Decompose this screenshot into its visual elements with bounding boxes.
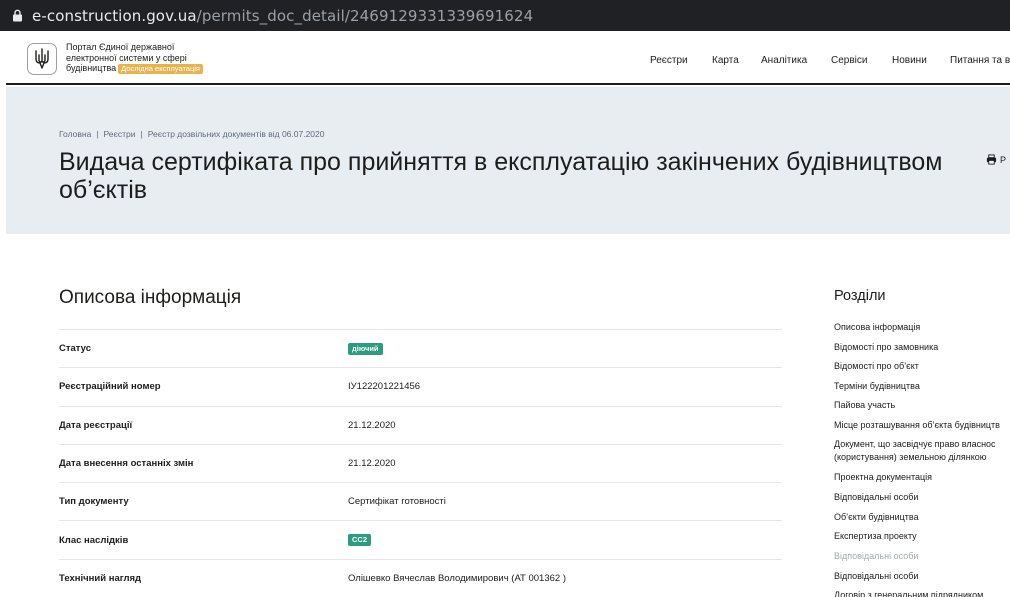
nav-item-services[interactable]: Сервіси: [831, 55, 867, 66]
row-label: Технічний нагляд: [59, 572, 142, 584]
printer-icon: [986, 154, 997, 165]
nav-item-map[interactable]: Карта: [712, 55, 739, 66]
row-label: Клас наслідків: [59, 534, 129, 546]
page: Портал Єдиної державної електронної сист…: [6, 31, 1010, 597]
sidebar-item-responsible[interactable]: Відповідальні особи: [834, 491, 918, 504]
breadcrumb-separator: |: [96, 129, 99, 139]
url-domain: e-construction.gov.ua: [32, 6, 197, 25]
row-label: Реєстраційний номер: [59, 381, 161, 393]
portal-name-line1: Портал Єдиної державної: [66, 42, 175, 52]
sidebar-title: Розділи: [834, 288, 886, 304]
table-row: Клас наслідків СС2: [59, 520, 782, 558]
sidebar-item-expertise[interactable]: Експертиза проекту: [834, 530, 917, 543]
sidebar-item-land-document[interactable]: Документ, що засвідчує право власнос: [834, 438, 996, 451]
sidebar-item-share[interactable]: Пайова участь: [834, 399, 895, 412]
row-value: Сертифікат готовності: [348, 496, 446, 508]
site-header: Портал Єдиної державної електронної сист…: [6, 31, 1010, 85]
sidebar-item-project-docs[interactable]: Проектна документація: [834, 471, 932, 484]
row-label: Тип документу: [59, 496, 129, 508]
print-label: Р: [1000, 154, 1007, 165]
table-row: Технічний нагляд Олішевко Вячеслав Волод…: [59, 558, 782, 597]
row-value: ІУ122201221456: [348, 381, 421, 393]
status-badge: діючий: [348, 342, 383, 355]
table-row: Тип документу Сертифікат готовності: [59, 482, 782, 520]
breadcrumb-separator: |: [140, 129, 143, 139]
row-value: Олішевко Вячеслав Володимирович (АТ 0013…: [348, 572, 566, 584]
lock-icon: [10, 9, 24, 23]
sidebar-sections: Описова інформація Відомості про замовни…: [834, 321, 1010, 597]
table-row: Статус діючий: [59, 329, 782, 367]
nav-item-registries[interactable]: Реєстри: [650, 55, 688, 66]
row-value: 21.12.2020: [348, 419, 396, 431]
sidebar-item-responsible-muted[interactable]: Відповідальні особи: [834, 550, 918, 563]
table-row: Дата внесення останніх змін 21.12.2020: [59, 443, 782, 482]
sidebar-item-terms[interactable]: Терміни будівництва: [834, 380, 920, 393]
browser-address-bar[interactable]: e-construction.gov.ua/permits_doc_detail…: [0, 0, 1010, 31]
class-badge: СС2: [348, 534, 372, 547]
sidebar-item-location[interactable]: Місце розташування об’єкта будівництв: [834, 419, 1000, 432]
breadcrumb-registries[interactable]: Реєстри: [104, 129, 136, 139]
sidebar-item-land-document-cont[interactable]: (користування) земельною ділянкою: [834, 451, 987, 464]
page-hero: Головна | Реєстри | Реєстр дозвільних докуме…: [6, 87, 1010, 234]
breadcrumb-current[interactable]: Реєстр дозвільних документів від 06.07.2…: [148, 129, 325, 139]
table-row: Дата реєстрації 21.12.2020: [59, 405, 782, 444]
info-table: Статус діючий Реєстраційний номер ІУ1222…: [59, 329, 782, 597]
sidebar-item-customer[interactable]: Відомості про замовника: [834, 341, 938, 354]
page-title: Видача сертифіката про прийняття в експл…: [59, 148, 943, 204]
sidebar-item-responsible-2[interactable]: Відповідальні особи: [834, 570, 918, 583]
print-button[interactable]: Р: [986, 154, 1006, 165]
row-label: Дата реєстрації: [59, 419, 133, 431]
sidebar-item-contractor[interactable]: Договір з генеральним підрядником: [834, 589, 983, 597]
sidebar-item-description[interactable]: Описова інформація: [834, 321, 920, 334]
row-label: Дата внесення останніх змін: [59, 458, 194, 470]
url-path: /permits_doc_detail/2469129331339691624: [196, 6, 534, 25]
sidebar-item-object[interactable]: Відомості про об’єкт: [834, 360, 919, 373]
nav-item-analytics[interactable]: Аналітика: [761, 55, 807, 66]
row-value: 21.12.2020: [348, 458, 396, 470]
nav-item-news[interactable]: Новини: [892, 55, 927, 66]
main-nav: Реєстри Карта Аналітика Сервіси Новини П…: [6, 55, 1010, 67]
nav-item-faq[interactable]: Питання та в: [950, 55, 1010, 66]
section-title: Описова інформація: [59, 287, 242, 308]
table-row: Реєстраційний номер ІУ122201221456: [59, 367, 782, 405]
breadcrumb: Головна | Реєстри | Реєстр дозвільних докуме…: [59, 129, 325, 139]
breadcrumb-home[interactable]: Головна: [59, 129, 91, 139]
row-label: Статус: [59, 343, 92, 355]
sidebar-item-construction-objects[interactable]: Об’єкти будівництва: [834, 511, 919, 524]
url-text[interactable]: e-construction.gov.ua/permits_doc_detail…: [32, 7, 533, 25]
